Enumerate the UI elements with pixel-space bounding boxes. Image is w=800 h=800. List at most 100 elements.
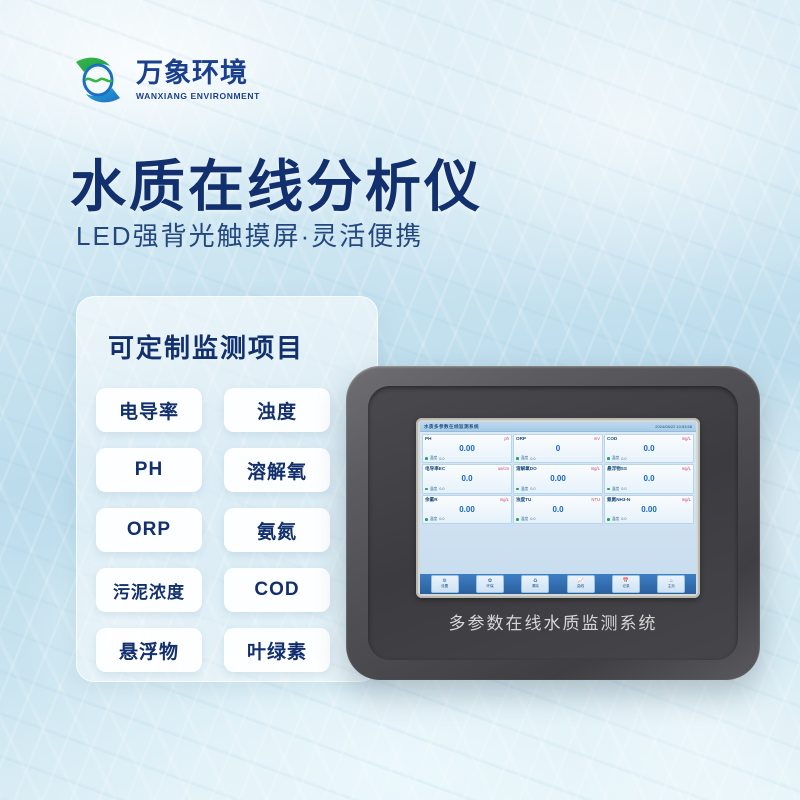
cell-foot-value: 0.0 [439, 517, 445, 522]
cell-unit: mg/L [681, 466, 691, 472]
cell-unit: mV [593, 436, 600, 441]
status-dot-icon [516, 517, 519, 521]
page-subtitle: LED强背光触摸屏·灵活便携 [76, 221, 424, 251]
status-dot-icon [425, 517, 428, 521]
status-dot-icon [425, 457, 428, 461]
cell-name: PH [425, 436, 432, 441]
cell-foot-label: 温度 [611, 486, 620, 491]
measurement-cell[interactable]: 余氯R mg/L 0.00 温度 0.0 [422, 494, 512, 524]
nav-label: 曲线 [577, 583, 585, 588]
cell-foot-label: 温度 [611, 516, 620, 521]
wave-swoosh-logo-icon [70, 52, 126, 108]
cell-foot-value: 0.0 [530, 487, 536, 491]
screen-title: 水质多参数在线监测系统 [424, 423, 479, 429]
analyzer-device: 水质多参数在线监测系统 2024/08/22 10:53:58 PH ph 0.0… [346, 366, 760, 680]
nav-button-curve[interactable]: 📈 曲线 [566, 575, 595, 593]
cell-unit: mg/L [681, 496, 691, 502]
cell-foot-label: 温度 [429, 456, 438, 461]
cell-value: 0.00 [459, 443, 475, 453]
status-dot-icon [516, 487, 519, 491]
cell-unit: us/cm [497, 466, 509, 472]
list-item[interactable]: 悬浮物 [96, 628, 202, 672]
cell-foot-value: 0.0 [439, 487, 445, 491]
list-item[interactable]: ORP [96, 508, 202, 552]
cell-unit: mg/L [590, 466, 600, 472]
nav-label: 主页 [667, 583, 675, 588]
cell-name: 电导率EC [425, 466, 446, 472]
screen-navbar: ⚙ 设置 ✿ 环保 ♻ 清除 📈 曲线 📅 记录 ⌂ 主页 [420, 574, 696, 594]
cell-name: ORP [516, 436, 526, 441]
nav-button-home[interactable]: ⌂ 主页 [657, 575, 686, 593]
cell-foot-value: 0.0 [530, 517, 536, 522]
status-dot-icon [607, 457, 610, 461]
cell-foot-value: 0.0 [621, 456, 627, 461]
list-item[interactable]: 溶解氧 [224, 448, 330, 492]
measurement-cell[interactable]: 氨氮NH3-N mg/L 0.00 温度 0.0 [604, 494, 694, 524]
cell-value: 0.0 [643, 474, 655, 484]
list-item[interactable]: COD [224, 568, 330, 612]
measurement-cell[interactable]: PH ph 0.00 温度 0.0 [422, 434, 512, 464]
status-dot-icon [425, 487, 428, 491]
cell-value: 0.00 [550, 474, 566, 484]
cell-unit: mg/L [681, 436, 691, 441]
brand-name-cn: 万象环境 [136, 57, 248, 88]
nav-label: 环保 [486, 583, 494, 588]
panel-title: 可定制监测项目 [108, 333, 305, 363]
list-item[interactable]: 叶绿素 [224, 628, 330, 672]
list-item[interactable]: 电导率 [96, 388, 202, 432]
page-title: 水质在线分析仪 [70, 155, 483, 218]
measurement-cell[interactable]: 电导率EC us/cm 0.0 温度 0.0 [422, 464, 512, 494]
cell-value: 0.00 [641, 504, 657, 514]
brand-name-en: WANXIANG ENVIRONMENT [136, 90, 260, 101]
cell-foot-label: 温度 [611, 456, 620, 461]
cell-name: 浊度TU [516, 496, 532, 502]
measurement-cell[interactable]: COD mg/L 0.0 温度 0.0 [604, 434, 694, 464]
cell-name: 悬浮物SS [607, 466, 627, 472]
cell-foot-value: 0.0 [621, 487, 627, 491]
list-item[interactable]: 污泥浓度 [96, 568, 202, 612]
cell-foot-label: 温度 [520, 516, 529, 521]
cell-unit: ph [504, 436, 509, 441]
nav-button-records[interactable]: 📅 记录 [611, 575, 640, 593]
cell-value: 0.0 [461, 474, 473, 484]
brand-logo: 万象环境 WANXIANG ENVIRONMENT [70, 52, 260, 108]
cell-value: 0.0 [643, 443, 655, 453]
list-item[interactable]: 氨氮 [224, 508, 330, 552]
nav-label: 记录 [622, 583, 630, 588]
cell-foot-label: 温度 [429, 486, 438, 491]
screen-timestamp: 2024/08/22 10:53:58 [655, 424, 692, 429]
list-item[interactable]: 浊度 [224, 388, 330, 432]
cell-foot-value: 0.0 [621, 517, 627, 522]
nav-label: 设置 [441, 583, 449, 588]
cell-name: 氨氮NH3-N [607, 496, 631, 502]
nav-button-settings[interactable]: ⚙ 设置 [430, 575, 459, 593]
status-dot-icon [607, 487, 610, 491]
screen-header: 水质多参数在线监测系统 2024/08/22 10:53:58 [420, 422, 696, 432]
measurement-cell[interactable]: 溶解氧DO mg/L 0.00 温度 0.0 [513, 464, 603, 494]
device-screen[interactable]: 水质多参数在线监测系统 2024/08/22 10:53:58 PH ph 0.0… [420, 422, 696, 594]
cell-foot-label: 温度 [520, 456, 529, 461]
cell-name: 余氯R [425, 496, 438, 502]
cell-name: 溶解氧DO [516, 466, 537, 472]
nav-button-environment[interactable]: ✿ 环保 [475, 575, 504, 593]
cell-foot-label: 温度 [429, 516, 438, 521]
status-dot-icon [607, 517, 610, 521]
measurement-cell[interactable]: 浊度TU NTU 0.0 温度 0.0 [513, 494, 603, 524]
nav-button-clear[interactable]: ♻ 清除 [521, 575, 550, 593]
cell-value: 0 [555, 443, 561, 453]
nav-label: 清除 [531, 583, 539, 588]
cell-unit: NTU [591, 496, 600, 502]
screen-bezel: 水质多参数在线监测系统 2024/08/22 10:53:58 PH ph 0.0… [416, 418, 700, 598]
cell-unit: mg/L [499, 496, 509, 502]
device-caption: 多参数在线水质监测系统 [448, 614, 658, 633]
cell-value: 0.00 [459, 504, 475, 514]
parameter-chip-list: 电导率 浊度 PH 溶解氧 ORP 氨氮 污泥浓度 COD 悬浮物 叶绿素 [96, 388, 358, 672]
device-inner-frame: 水质多参数在线监测系统 2024/08/22 10:53:58 PH ph 0.0… [368, 386, 738, 660]
list-item[interactable]: PH [96, 448, 202, 492]
cell-value: 0.0 [552, 504, 564, 514]
measurement-cell[interactable]: ORP mV 0 温度 0.0 [513, 434, 603, 464]
status-dot-icon [516, 457, 519, 461]
cell-foot-value: 0.0 [439, 456, 445, 461]
cell-foot-value: 0.0 [530, 456, 536, 461]
measurement-cell[interactable]: 悬浮物SS mg/L 0.0 温度 0.0 [604, 464, 694, 494]
